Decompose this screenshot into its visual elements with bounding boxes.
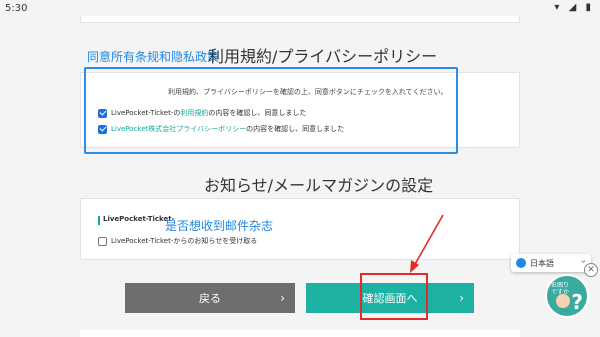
- mascot-face-icon: [556, 294, 570, 308]
- status-icons: ▾ ◢ ▮: [554, 2, 594, 13]
- newsletter-check-label: LivePocket-Ticket-からのお知らせを受け取る: [111, 237, 258, 245]
- status-time: 5:30: [5, 3, 28, 14]
- newsletter-card: [80, 198, 520, 260]
- privacy-check-suffix: の内容を確認し、同意しました: [246, 125, 345, 133]
- terms-link[interactable]: 利用規約: [180, 108, 208, 118]
- newsletter-annotation: 是否想收到邮件杂志: [165, 219, 274, 233]
- chevron-right-icon: ›: [459, 291, 464, 305]
- terms-check-row[interactable]: LivePocket-Ticket-の 利用規約 の内容を確認し、同意しました: [98, 108, 306, 118]
- back-button[interactable]: 戻る ›: [125, 283, 295, 313]
- chevron-right-icon: ›: [280, 291, 285, 305]
- close-help-icon[interactable]: ✕: [584, 263, 598, 277]
- terms-check-prefix: LivePocket-Ticket-の: [111, 109, 181, 117]
- help-mascot-button[interactable]: お困り ですか ?: [545, 274, 589, 318]
- newsletter-check-row[interactable]: LivePocket-Ticket-からのお知らせを受け取る: [98, 236, 257, 246]
- newsletter-section-title: お知らせ/メールマガジンの設定: [204, 176, 434, 195]
- question-mark-icon: ?: [571, 290, 583, 314]
- bottom-strip: [80, 330, 520, 337]
- back-button-label: 戻る: [199, 292, 221, 305]
- language-selector[interactable]: 日本語 ›: [511, 254, 591, 272]
- terms-check-suffix: の内容を確認し、同意しました: [208, 109, 307, 117]
- privacy-check-row[interactable]: LivePocket株式会社プライバシーポリシー の内容を確認し、同意しました: [98, 124, 344, 134]
- globe-icon: [516, 258, 526, 268]
- confirm-highlight-box: [360, 273, 428, 320]
- newsletter-checkbox[interactable]: [98, 236, 107, 246]
- terms-annotation: 同意所有条规和隐私政策: [87, 50, 220, 64]
- label-accent-bar: [98, 216, 100, 225]
- previous-card-bottom: [80, 16, 520, 23]
- status-bar: 5:30 ▾ ◢ ▮: [0, 0, 600, 17]
- privacy-checkbox[interactable]: [98, 124, 107, 134]
- newsletter-label: LivePocket-Ticket-: [103, 215, 175, 223]
- annotation-arrow-icon: [410, 214, 444, 273]
- terms-section-title: 利用規約/プライバシーポリシー: [208, 47, 438, 66]
- terms-instruction: 利用規約、プライバシーポリシーを確認の上、同意ボタンにチェックを入れてください。: [168, 88, 448, 96]
- terms-checkbox[interactable]: [98, 108, 107, 118]
- language-label: 日本語: [530, 258, 554, 268]
- privacy-policy-link[interactable]: LivePocket株式会社プライバシーポリシー: [111, 124, 246, 134]
